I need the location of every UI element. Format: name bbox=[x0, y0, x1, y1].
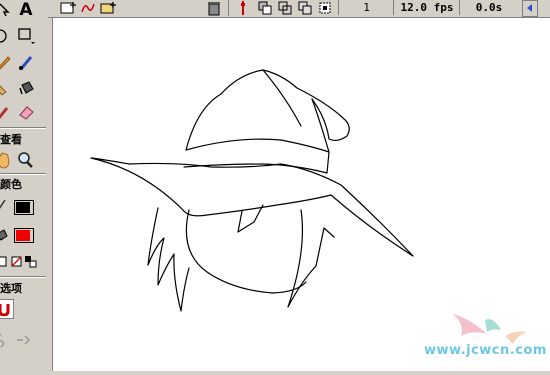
frame-rate: 12.0 fps bbox=[393, 0, 460, 15]
ink-bottle-tool[interactable] bbox=[0, 78, 14, 98]
add-layer-icon[interactable] bbox=[58, 0, 78, 18]
oval-tool[interactable] bbox=[0, 26, 12, 46]
snap-magnet-icon[interactable] bbox=[0, 299, 14, 319]
stroke-color-fill bbox=[16, 202, 30, 213]
watermark-text: www.jcwcn.com bbox=[424, 343, 547, 358]
elapsed-time: 0.0s bbox=[459, 0, 518, 15]
witch-drawing bbox=[90, 69, 527, 344]
text-tool[interactable]: A bbox=[16, 0, 36, 20]
eraser-tool[interactable] bbox=[16, 102, 36, 122]
current-frame: 1 bbox=[338, 0, 394, 15]
delete-layer-icon[interactable] bbox=[204, 0, 224, 18]
onion-skin-icon[interactable] bbox=[255, 0, 275, 18]
scroll-left-button[interactable] bbox=[522, 0, 538, 17]
timeline-separator bbox=[228, 0, 229, 16]
watermark-birds bbox=[453, 314, 527, 344]
hat-band bbox=[183, 138, 330, 174]
onion-skin-outlines-icon[interactable] bbox=[275, 0, 295, 18]
zoom-tool[interactable] bbox=[15, 150, 35, 170]
hair-strands bbox=[147, 207, 190, 312]
toolbox-divider bbox=[0, 276, 46, 278]
hand-tool[interactable] bbox=[0, 150, 14, 170]
add-guide-layer-icon[interactable] bbox=[78, 0, 98, 18]
stroke-color-icon bbox=[0, 196, 12, 216]
edit-multiple-frames-icon[interactable] bbox=[295, 0, 315, 18]
section-options-label: 选项 bbox=[0, 282, 22, 295]
toolbox-divider bbox=[0, 173, 46, 175]
stage-canvas[interactable] bbox=[52, 18, 550, 371]
hat-tip-line bbox=[262, 69, 302, 127]
fill-color-icon bbox=[0, 226, 12, 246]
insert-folder-icon[interactable] bbox=[98, 0, 118, 18]
section-view-label: 查看 bbox=[0, 133, 22, 146]
stroke-color-swatch[interactable] bbox=[14, 200, 34, 215]
smooth-icon[interactable] bbox=[0, 330, 12, 350]
center-frame-icon[interactable] bbox=[233, 0, 253, 18]
modify-onion-markers-icon[interactable] bbox=[315, 0, 335, 18]
fill-color-swatch[interactable] bbox=[14, 228, 34, 243]
swap-colors-icon[interactable] bbox=[21, 252, 41, 272]
rectangle-tool[interactable] bbox=[16, 26, 36, 46]
pencil-tool[interactable] bbox=[0, 52, 14, 72]
timeline-bar: 1 12.0 fps 0.0s bbox=[48, 0, 550, 18]
hat-brim bbox=[90, 157, 414, 257]
subselection-tool[interactable] bbox=[0, 0, 14, 20]
face-outline bbox=[185, 209, 307, 294]
toolbox: A 查看 颜色 选项 bbox=[0, 0, 49, 371]
dropper-tool[interactable] bbox=[0, 102, 14, 122]
hair-right bbox=[287, 209, 335, 308]
fill-color-fill bbox=[16, 230, 30, 241]
section-color-label: 颜色 bbox=[0, 178, 22, 191]
straighten-icon[interactable] bbox=[14, 330, 34, 350]
toolbox-divider bbox=[0, 127, 46, 129]
brush-tool[interactable] bbox=[16, 52, 36, 72]
paint-bucket-tool[interactable] bbox=[16, 78, 36, 98]
